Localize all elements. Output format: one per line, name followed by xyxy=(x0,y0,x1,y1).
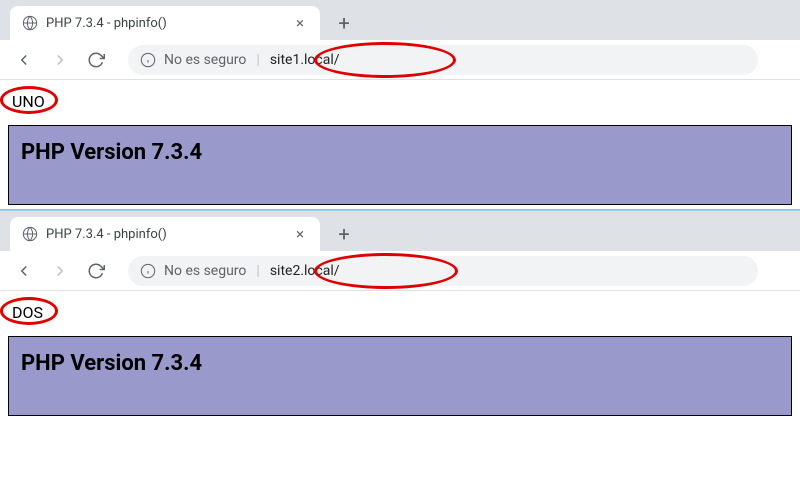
info-icon xyxy=(140,52,156,68)
browser-toolbar: No es seguro | site2.local/ xyxy=(0,251,800,291)
browser-tab[interactable]: PHP 7.3.4 - phpinfo() × xyxy=(10,6,320,40)
close-tab-icon[interactable]: × xyxy=(292,15,308,31)
page-content: UNO PHP Version 7.3.4 xyxy=(0,80,800,205)
browser-tab[interactable]: PHP 7.3.4 - phpinfo() × xyxy=(10,217,320,251)
tab-bar: PHP 7.3.4 - phpinfo() × + xyxy=(0,211,800,251)
back-button[interactable] xyxy=(10,46,38,74)
globe-icon xyxy=(22,15,38,31)
reload-button[interactable] xyxy=(82,46,110,74)
new-tab-button[interactable]: + xyxy=(330,220,358,248)
site-label: UNO xyxy=(8,92,792,111)
url-text: site2.local/ xyxy=(270,263,340,279)
tab-title: PHP 7.3.4 - phpinfo() xyxy=(46,227,284,242)
url-text: site1.local/ xyxy=(270,52,340,68)
browser-window-1: PHP 7.3.4 - phpinfo() × + No es seguro | xyxy=(0,0,800,205)
url-divider: | xyxy=(254,52,261,68)
browser-window-2: PHP 7.3.4 - phpinfo() × + No es seguro | xyxy=(0,211,800,416)
php-version-banner: PHP Version 7.3.4 xyxy=(8,125,792,205)
browser-toolbar: No es seguro | site1.local/ xyxy=(0,40,800,80)
page-content: DOS PHP Version 7.3.4 xyxy=(0,291,800,416)
address-bar[interactable]: No es seguro | site2.local/ xyxy=(128,256,758,286)
url-divider: | xyxy=(254,263,261,279)
security-label: No es seguro xyxy=(164,263,246,279)
back-button[interactable] xyxy=(10,257,38,285)
php-version-banner: PHP Version 7.3.4 xyxy=(8,336,792,416)
forward-button[interactable] xyxy=(46,46,74,74)
tab-title: PHP 7.3.4 - phpinfo() xyxy=(46,16,284,31)
site-label: DOS xyxy=(8,303,792,322)
close-tab-icon[interactable]: × xyxy=(292,226,308,242)
security-label: No es seguro xyxy=(164,52,246,68)
tab-bar: PHP 7.3.4 - phpinfo() × + xyxy=(0,0,800,40)
php-version-heading: PHP Version 7.3.4 xyxy=(21,140,202,165)
reload-button[interactable] xyxy=(82,257,110,285)
globe-icon xyxy=(22,226,38,242)
info-icon xyxy=(140,263,156,279)
php-version-heading: PHP Version 7.3.4 xyxy=(21,351,202,376)
forward-button[interactable] xyxy=(46,257,74,285)
address-bar[interactable]: No es seguro | site1.local/ xyxy=(128,45,758,75)
new-tab-button[interactable]: + xyxy=(330,9,358,37)
